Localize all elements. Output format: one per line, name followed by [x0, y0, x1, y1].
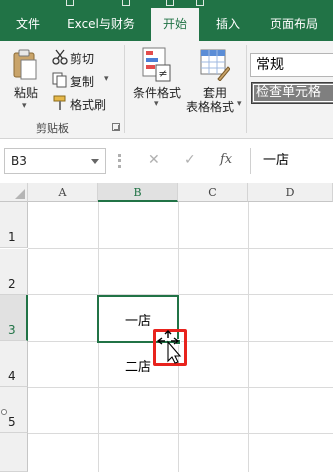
enter-icon[interactable]: ✓: [184, 152, 196, 168]
conditional-format-icon[interactable]: ≠: [142, 47, 172, 83]
ribbon-tabs: 文件 Excel与财务 开始 插入 页面布局: [0, 8, 333, 41]
copy-icon: [52, 72, 67, 88]
quick-access-icon[interactable]: [196, 0, 204, 6]
tab-insert[interactable]: 插入: [206, 8, 250, 41]
tab-home[interactable]: 开始: [151, 8, 199, 41]
column-header-a[interactable]: A: [28, 183, 98, 202]
quick-access-icon[interactable]: [122, 0, 130, 6]
cell-style-check-cell[interactable]: 检查单元格: [251, 82, 333, 104]
svg-text:≠: ≠: [158, 67, 167, 80]
copy-button[interactable]: 复制: [70, 73, 94, 90]
row-header-2[interactable]: 2: [0, 249, 28, 295]
select-all-triangle-icon: [15, 189, 25, 199]
quick-access-icon[interactable]: [66, 0, 74, 6]
cancel-icon[interactable]: ✕: [148, 152, 160, 168]
format-painter-button[interactable]: 格式刷: [70, 96, 106, 113]
format-painter-icon: [53, 95, 66, 110]
gridline: [28, 433, 333, 434]
splitter-handle[interactable]: [118, 154, 121, 168]
scroll-marker-icon: [1, 409, 7, 415]
tab-page-layout[interactable]: 页面布局: [256, 8, 332, 41]
scissors-icon: [52, 49, 68, 65]
row-number: 1: [8, 230, 16, 244]
number-format-select[interactable]: 常规: [250, 53, 333, 77]
clipboard-launcher-icon[interactable]: [112, 123, 120, 131]
format-as-table-button[interactable]: 表格格式: [186, 98, 234, 115]
formula-input[interactable]: 一店: [250, 148, 333, 174]
title-bar: [0, 0, 333, 8]
row-number: 5: [8, 415, 16, 429]
cut-button[interactable]: 剪切: [70, 50, 94, 67]
copy-dropdown-icon[interactable]: ▾: [104, 74, 109, 84]
column-header-c[interactable]: C: [178, 183, 248, 202]
row-header-1[interactable]: 1: [0, 202, 28, 248]
row-header-6[interactable]: [0, 433, 28, 472]
format-as-table-icon[interactable]: [200, 49, 230, 81]
paste-icon[interactable]: [12, 49, 38, 81]
tab-excel-finance[interactable]: Excel与财务: [58, 8, 144, 41]
row-header-4[interactable]: 4: [0, 341, 28, 387]
column-header-d[interactable]: D: [248, 183, 333, 202]
paste-dropdown-icon[interactable]: ▾: [22, 101, 27, 111]
row-number: 4: [8, 369, 16, 383]
tab-file[interactable]: 文件: [6, 8, 50, 41]
name-box[interactable]: B3: [4, 148, 106, 174]
conditional-format-dropdown-icon[interactable]: ▾: [154, 99, 159, 109]
group-separator: [124, 45, 125, 133]
group-separator: [246, 45, 247, 133]
format-as-table-dropdown-icon[interactable]: ▾: [237, 99, 242, 109]
row-number: 3: [8, 323, 16, 337]
chevron-down-icon[interactable]: [91, 159, 99, 164]
name-box-value: B3: [11, 154, 27, 168]
gridline: [28, 248, 333, 249]
row-number: 2: [8, 277, 16, 291]
excel-window: 文件 Excel与财务 开始 插入 页面布局 粘贴 ▾ 剪切 复制 ▾ 格式刷 …: [0, 0, 333, 472]
paste-button[interactable]: 粘贴: [14, 84, 38, 101]
move-cursor-icon: [156, 330, 182, 364]
select-all-corner[interactable]: [0, 183, 28, 202]
column-header-b[interactable]: B: [98, 183, 178, 202]
gridline: [28, 387, 333, 388]
quick-access-icon[interactable]: [166, 0, 174, 6]
gridline: [28, 294, 333, 295]
clipboard-group-label: 剪贴板: [36, 122, 69, 135]
row-header-3[interactable]: 3: [0, 295, 28, 341]
gridline: [248, 202, 249, 472]
formula-bar: B3 ✕ ✓ fx 一店: [0, 140, 333, 183]
insert-function-icon[interactable]: fx: [220, 152, 232, 167]
